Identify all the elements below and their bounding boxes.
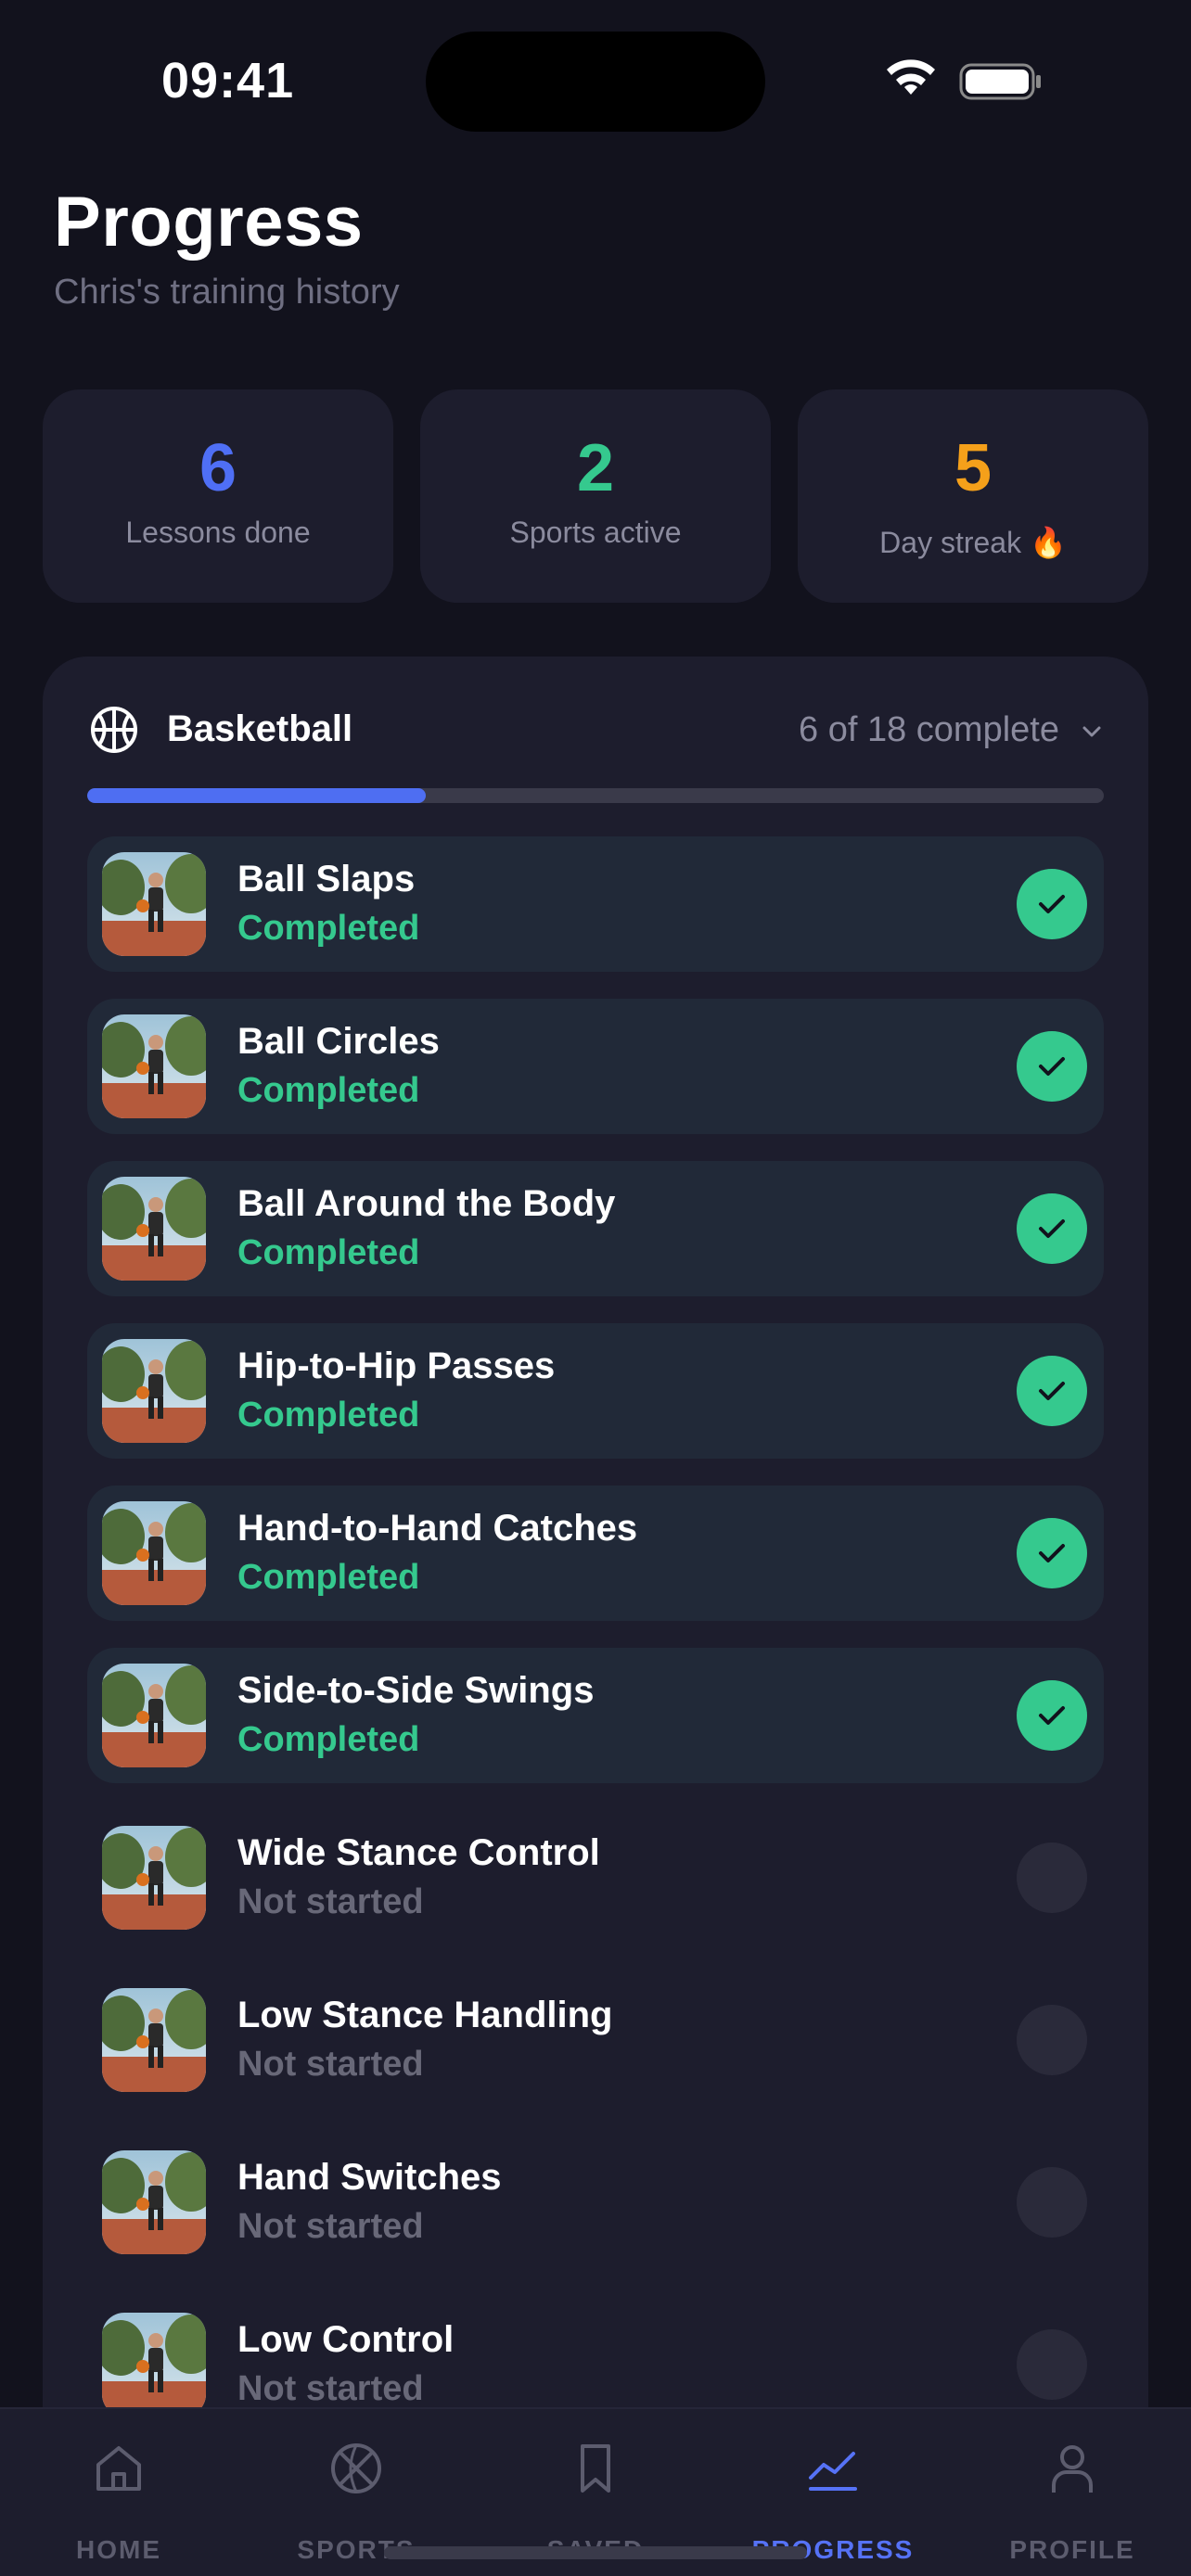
home-indicator (384, 2546, 807, 2559)
page-title: Progress (54, 183, 364, 261)
lesson-title: Low Stance Handling (237, 1995, 613, 2035)
status-time: 09:41 (161, 53, 295, 108)
lesson-thumbnail (102, 2313, 206, 2417)
tab-profile[interactable]: PROFILE (954, 2409, 1191, 2576)
stat-value: 5 (954, 431, 992, 505)
stat-value: 6 (198, 431, 237, 505)
lesson-status: Not started (237, 1882, 424, 1921)
lesson-row[interactable]: Side-to-Side Swings Completed (87, 1648, 1104, 1783)
page-subtitle: Chris's training history (54, 273, 400, 312)
lesson-status: Completed (237, 1071, 420, 1110)
fire-icon: 🔥 (1029, 526, 1067, 559)
lesson-row[interactable]: Ball Around the Body Completed (87, 1161, 1104, 1296)
lesson-row[interactable]: Hand Switches Not started (87, 2135, 1104, 2270)
basketball-icon (91, 707, 137, 753)
battery-icon (959, 63, 1041, 100)
empty-circle-icon[interactable] (1017, 2167, 1087, 2238)
lesson-status: Completed (237, 1233, 420, 1272)
check-circle-icon[interactable] (1017, 1518, 1087, 1588)
wifi-icon (887, 59, 935, 95)
lesson-status: Completed (237, 909, 420, 948)
stats-row: 6 Lessons done 2 Sports active 5 Day str… (43, 389, 1148, 603)
home-icon (96, 2446, 141, 2491)
dynamic-island (426, 32, 765, 132)
lesson-title: Ball Circles (237, 1021, 440, 1062)
sport-panel-header[interactable]: Basketball 6 of 18 complete (43, 657, 1148, 796)
stat-value: 2 (576, 431, 615, 505)
status-bar: 09:41 (0, 0, 1191, 148)
tab-label: HOME (76, 2535, 161, 2564)
sport-progress-fill (87, 788, 426, 803)
check-circle-icon[interactable] (1017, 1031, 1087, 1102)
sport-name: Basketball (167, 708, 353, 749)
basketball-icon (331, 2443, 381, 2493)
check-circle-icon[interactable] (1017, 869, 1087, 939)
stat-label-wrap: Day streak 🔥 (798, 525, 1148, 560)
lesson-thumbnail (102, 1177, 206, 1281)
sport-completion-count: 6 of 18 complete (799, 710, 1059, 749)
empty-circle-icon[interactable] (1017, 1843, 1087, 1913)
stat-card-streak: 5 Day streak 🔥 (798, 389, 1148, 603)
lesson-title: Hand Switches (237, 2157, 502, 2198)
lesson-list: Ball Slaps Completed Ball Circles Comple… (87, 836, 1104, 2459)
stat-card-lessons: 6 Lessons done (43, 389, 393, 603)
lesson-thumbnail (102, 1339, 206, 1443)
chart-icon (809, 2452, 857, 2491)
sport-progress-bar (87, 788, 1104, 803)
lesson-title: Side-to-Side Swings (237, 1670, 595, 1711)
tab-label: PROFILE (1009, 2535, 1135, 2564)
lesson-row[interactable]: Hip-to-Hip Passes Completed (87, 1323, 1104, 1459)
check-circle-icon[interactable] (1017, 1356, 1087, 1426)
lesson-title: Low Control (237, 2319, 455, 2360)
lesson-row[interactable]: Ball Circles Completed (87, 999, 1104, 1134)
check-circle-icon[interactable] (1017, 1193, 1087, 1264)
chevron-down-icon[interactable] (1078, 718, 1106, 746)
lesson-status: Completed (237, 1558, 420, 1597)
lesson-thumbnail (102, 2150, 206, 2254)
lesson-title: Hand-to-Hand Catches (237, 1508, 638, 1549)
stat-label: Day streak (879, 526, 1022, 559)
stat-label: Lessons done (125, 516, 311, 549)
lesson-thumbnail (102, 852, 206, 956)
lesson-status: Not started (237, 2045, 424, 2084)
stat-card-sports: 2 Sports active (420, 389, 771, 603)
lesson-thumbnail (102, 1988, 206, 2092)
lesson-title: Wide Stance Control (237, 1832, 600, 1873)
lesson-thumbnail (102, 1501, 206, 1605)
lesson-row[interactable]: Low Stance Handling Not started (87, 1972, 1104, 2108)
stat-label: Sports active (509, 516, 682, 549)
lesson-status: Completed (237, 1720, 420, 1759)
lesson-row[interactable]: Wide Stance Control Not started (87, 1810, 1104, 1945)
lesson-thumbnail (102, 1014, 206, 1118)
lesson-status: Not started (237, 2207, 424, 2246)
lesson-thumbnail (102, 1826, 206, 1930)
lesson-title: Ball Around the Body (237, 1183, 616, 1224)
lesson-status: Not started (237, 2369, 424, 2408)
empty-circle-icon[interactable] (1017, 2329, 1087, 2400)
tab-home[interactable]: HOME (0, 2409, 237, 2576)
lesson-row[interactable]: Hand-to-Hand Catches Completed (87, 1486, 1104, 1621)
sport-progress-panel: Basketball 6 of 18 complete Ball Slaps C… (43, 657, 1148, 2576)
lesson-status: Completed (237, 1396, 420, 1435)
lesson-title: Ball Slaps (237, 859, 416, 899)
lesson-title: Hip-to-Hip Passes (237, 1345, 556, 1386)
lesson-row[interactable]: Ball Slaps Completed (87, 836, 1104, 972)
bookmark-icon (581, 2444, 610, 2493)
person-icon (1052, 2445, 1093, 2493)
empty-circle-icon[interactable] (1017, 2005, 1087, 2075)
lesson-thumbnail (102, 1664, 206, 1767)
check-circle-icon[interactable] (1017, 1680, 1087, 1751)
